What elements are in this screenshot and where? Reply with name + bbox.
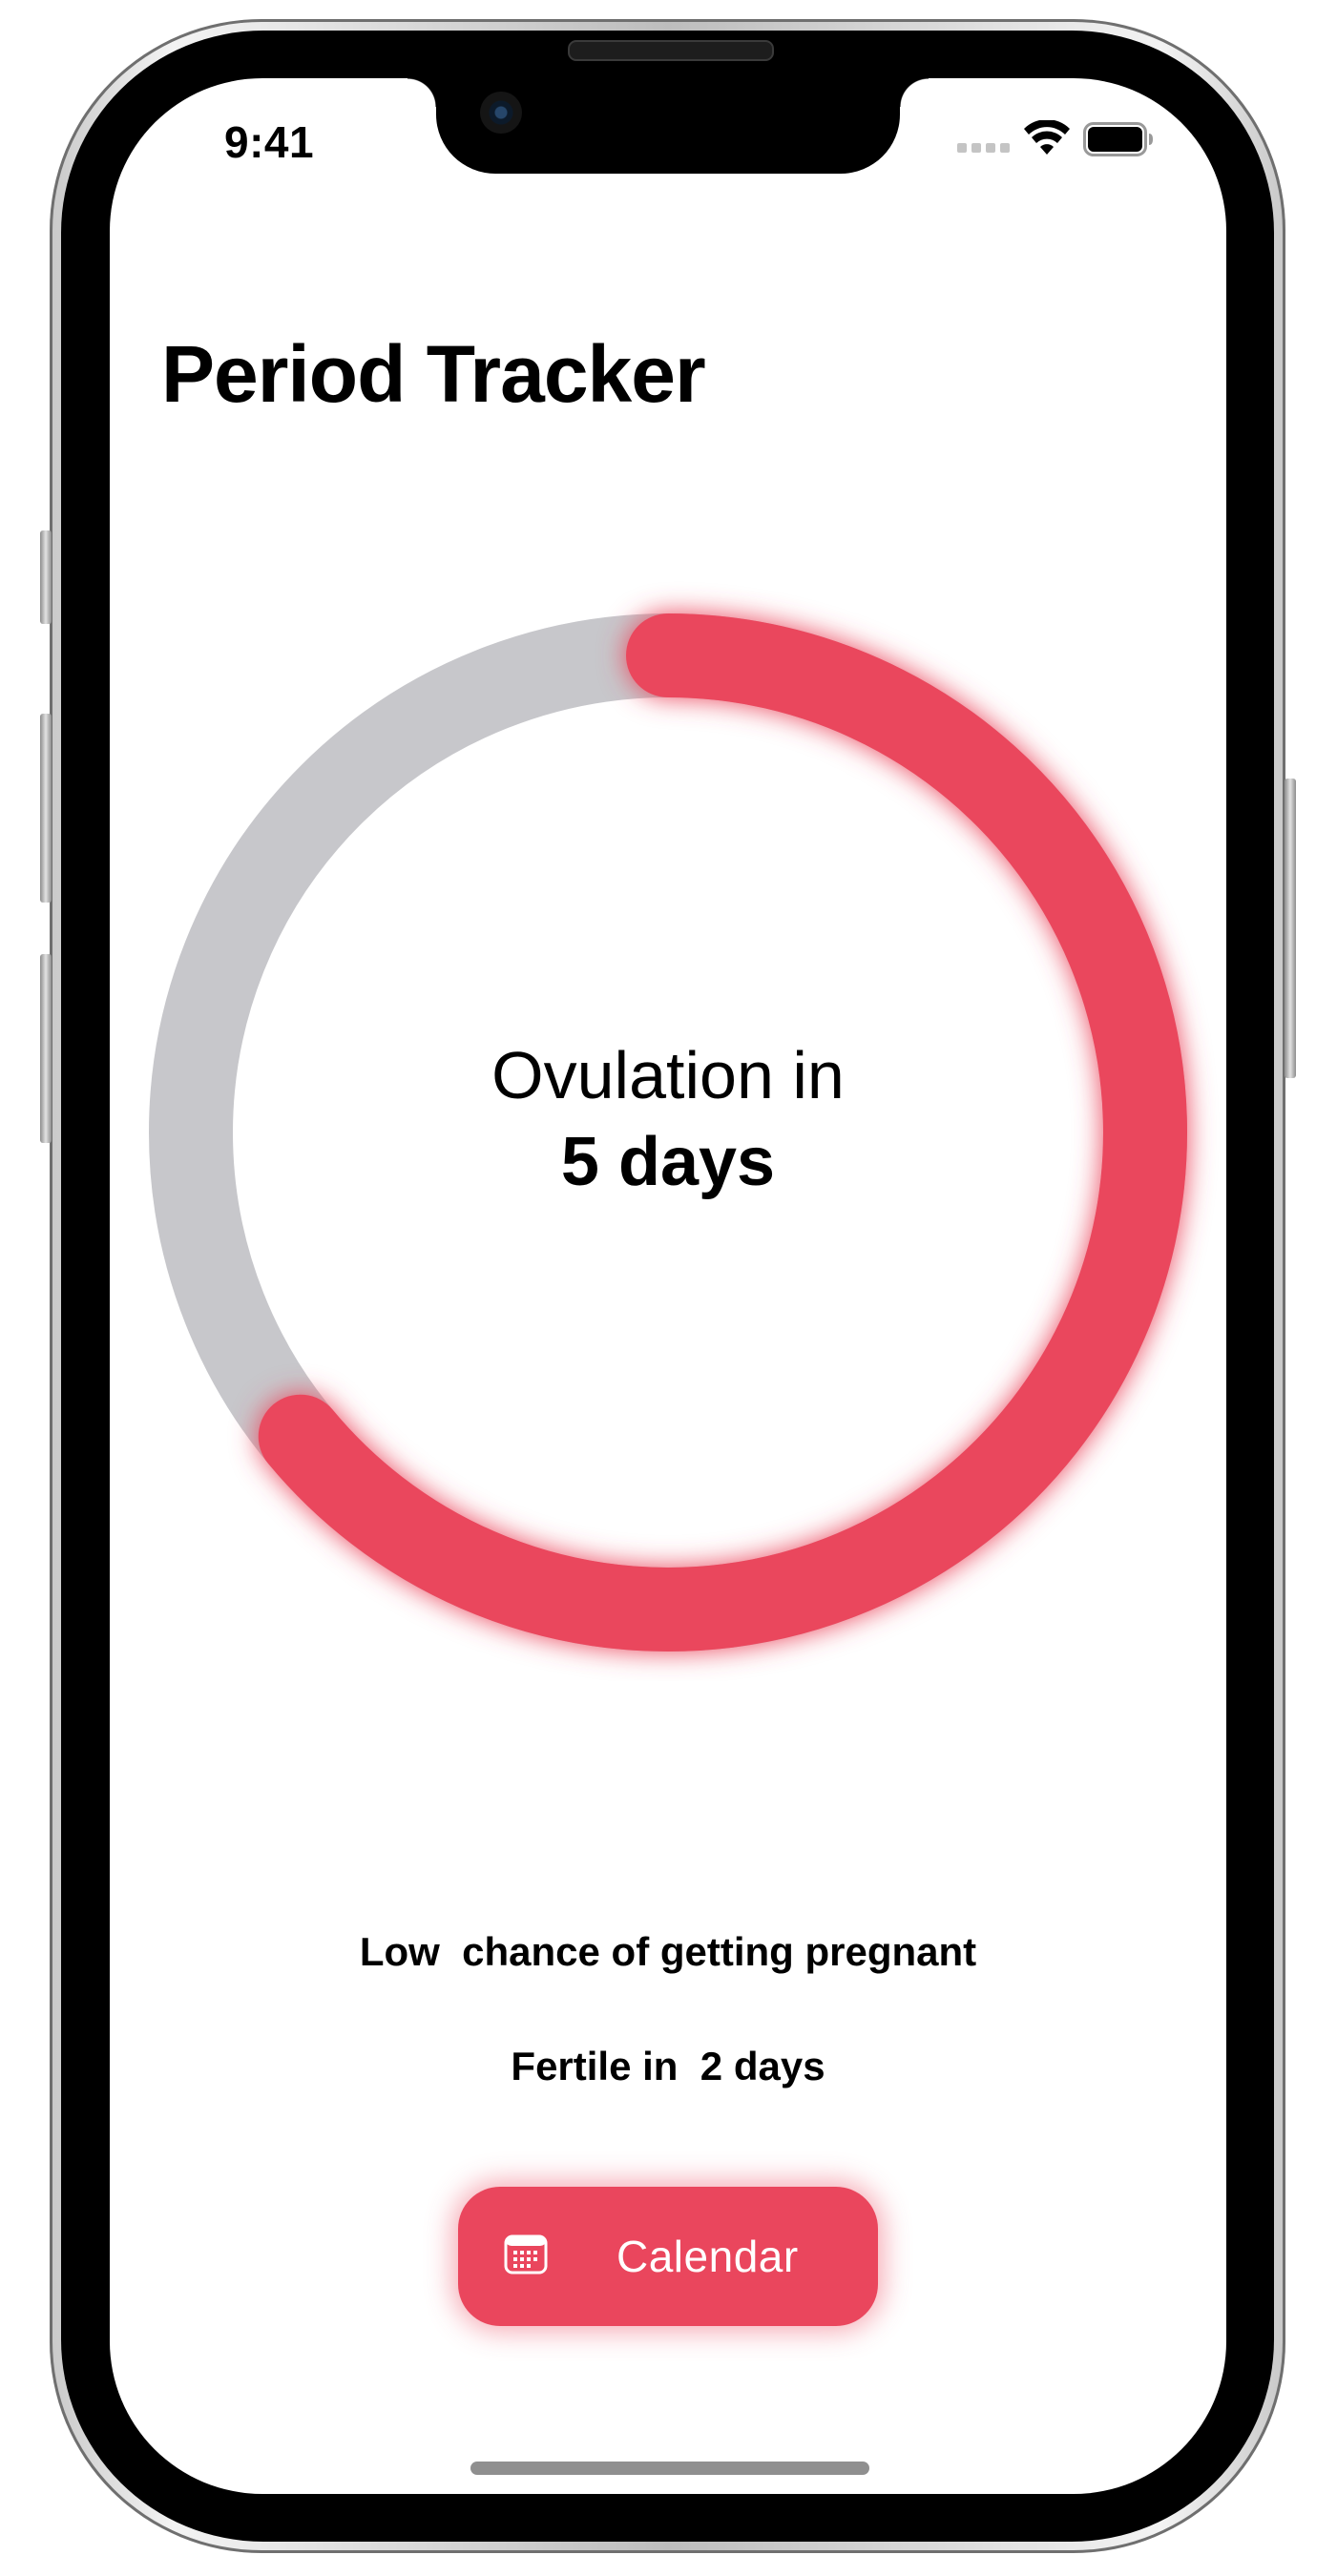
page-title: Period Tracker <box>161 329 706 419</box>
silent-switch <box>40 530 52 624</box>
front-camera <box>480 92 522 134</box>
app-screen: 9:41 Period Tracker Ovulation in 5 days … <box>110 78 1226 2494</box>
pregnancy-chance-text: Low chance of getting pregnant <box>359 1929 977 1974</box>
battery-icon <box>1083 122 1153 156</box>
calendar-button[interactable]: Calendar <box>458 2187 878 2326</box>
wifi-icon <box>1024 120 1070 155</box>
status-time: 9:41 <box>224 117 315 167</box>
calendar-button-label: Calendar <box>616 2232 799 2281</box>
home-indicator[interactable] <box>470 2462 869 2475</box>
earpiece-speaker <box>568 40 774 61</box>
ovulation-label: Ovulation in <box>491 1038 845 1112</box>
fertile-window-text: Fertile in 2 days <box>511 2044 825 2088</box>
volume-down-button <box>40 954 52 1143</box>
cellular-signal-icon <box>957 143 1013 153</box>
status-icons <box>957 120 1158 158</box>
device-mockup: 9:41 Period Tracker Ovulation in 5 days … <box>0 0 1337 2576</box>
ovulation-days-value: 5 days <box>560 1124 776 1200</box>
calendar-icon <box>504 2234 548 2275</box>
volume-up-button <box>40 714 52 903</box>
power-button <box>1285 779 1296 1078</box>
